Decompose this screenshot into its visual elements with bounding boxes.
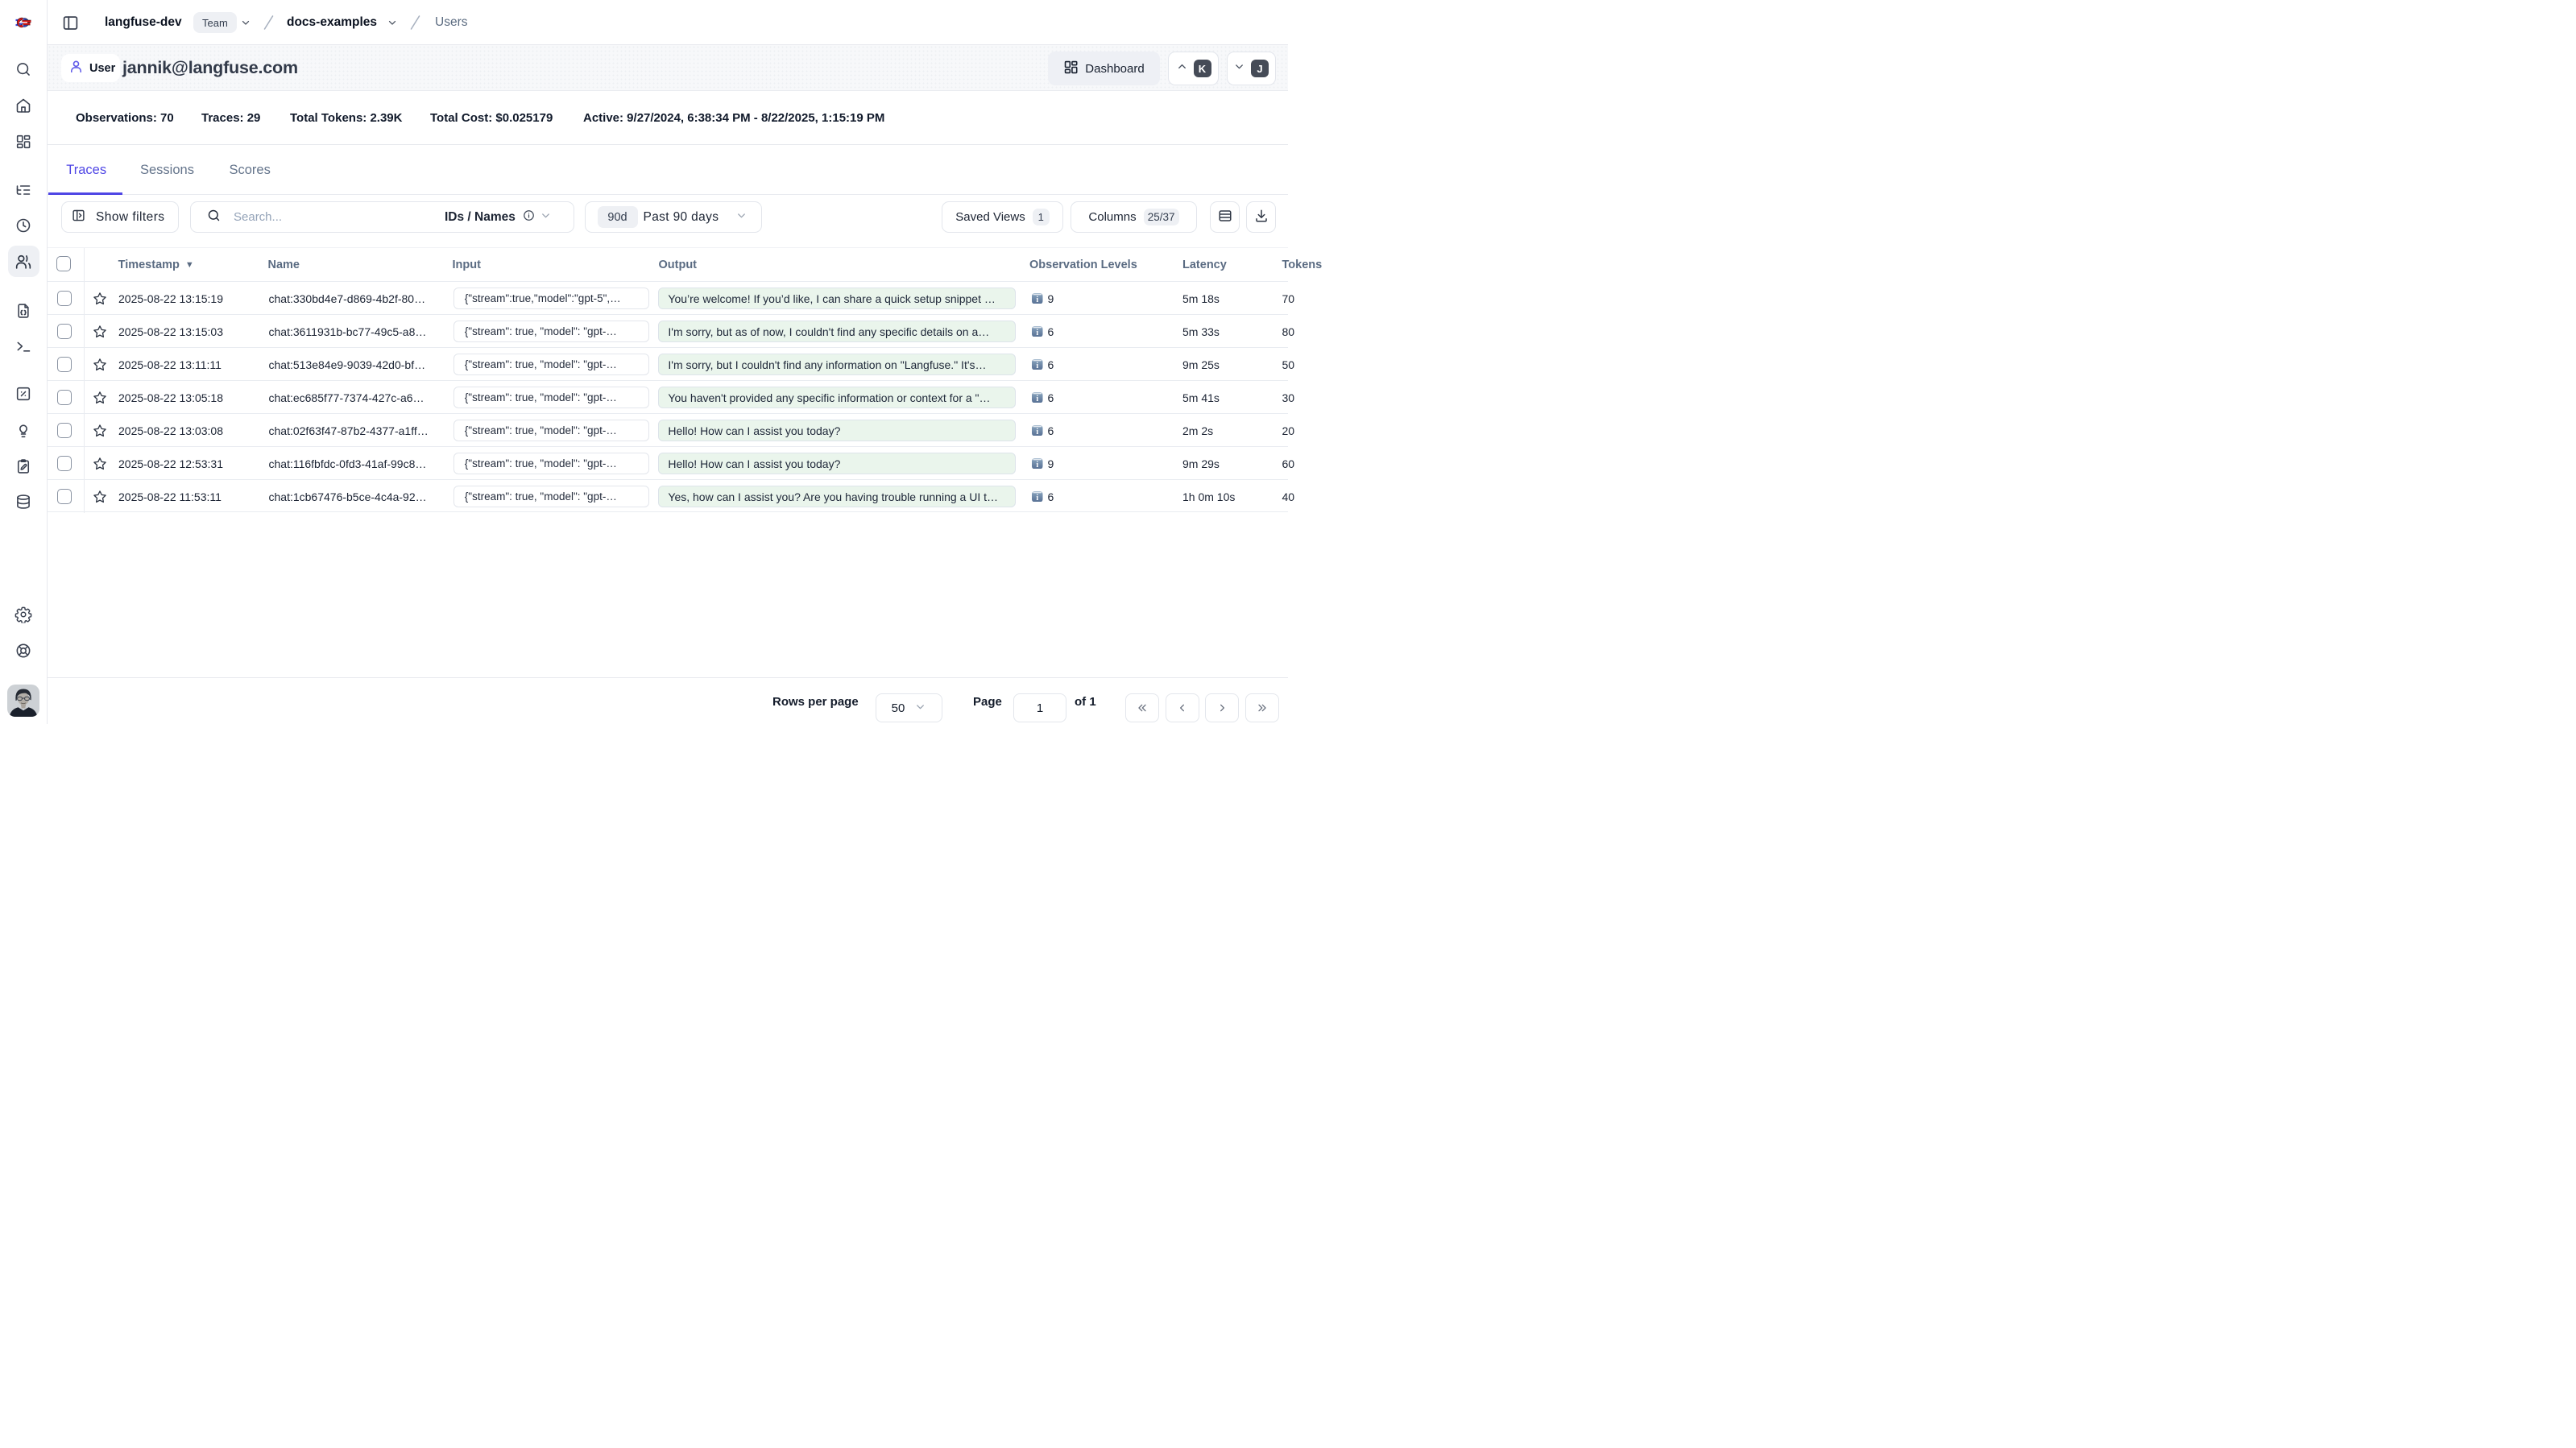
svg-text:i: i [1036, 428, 1038, 436]
svg-text:i: i [1036, 296, 1038, 304]
svg-text:i: i [1036, 461, 1038, 470]
svg-text:i: i [1036, 395, 1038, 403]
svg-text:i: i [1036, 362, 1038, 370]
svg-text:i: i [1036, 329, 1038, 337]
svg-text:i: i [1036, 494, 1038, 503]
